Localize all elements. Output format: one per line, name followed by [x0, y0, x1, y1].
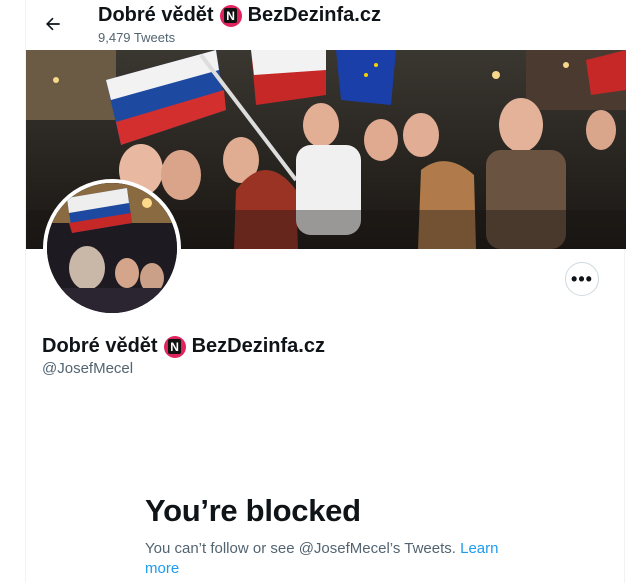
- no-disinfo-badge-icon: N: [219, 4, 242, 27]
- profile-name-suffix: BezDezinfa.cz: [191, 335, 325, 357]
- header-title: Dobré vědět N BezDezinfa.cz: [98, 4, 381, 27]
- no-disinfo-badge-icon: N: [163, 335, 186, 358]
- profile-name-text: Dobré vědět: [42, 335, 158, 357]
- blocked-message: You can’t follow or see @JosefMecel’s Tw…: [145, 539, 515, 579]
- profile-header: Dobré vědět N BezDezinfa.cz 9,479 Tweets: [26, 0, 626, 50]
- profile-handle: @JosefMecel: [42, 360, 134, 377]
- header-title-name: Dobré vědět: [98, 4, 214, 26]
- profile-avatar[interactable]: [43, 179, 181, 317]
- profile-name: Dobré vědět N BezDezinfa.cz: [42, 335, 325, 358]
- blocked-title: You’re blocked: [145, 493, 361, 528]
- header-title-suffix: BezDezinfa.cz: [247, 4, 381, 26]
- more-options-button[interactable]: •••: [565, 262, 599, 296]
- back-button[interactable]: [38, 11, 68, 37]
- blocked-message-text: You can’t follow or see @JosefMecel’s Tw…: [145, 540, 456, 557]
- tweet-count: 9,479 Tweets: [98, 30, 176, 45]
- arrow-left-icon: [46, 17, 60, 31]
- profile-column: Dobré vědět N BezDezinfa.cz 9,479 Tweets: [25, 0, 626, 583]
- more-dots-icon: •••: [571, 268, 593, 289]
- avatar-photo: [47, 183, 177, 313]
